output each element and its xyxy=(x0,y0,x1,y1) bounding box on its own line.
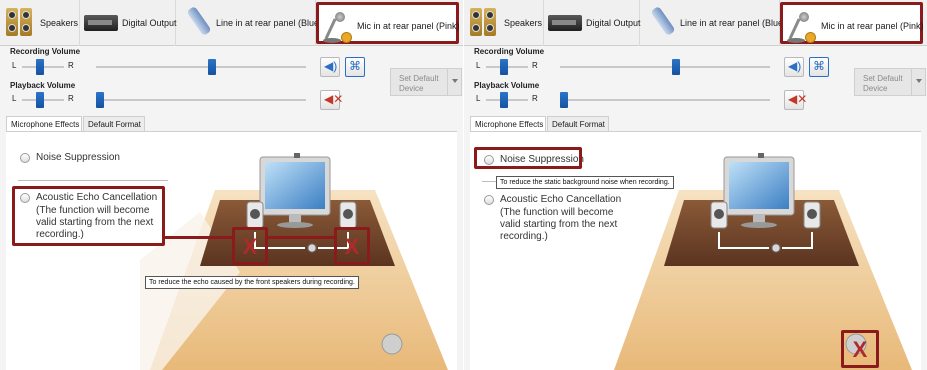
tab-microphone-effects-2[interactable]: Microphone Effects xyxy=(470,116,546,132)
microphone-icon xyxy=(787,10,817,44)
device-tab-strip: Speakers Digital Output Line in at rear … xyxy=(0,0,463,46)
noise-option-highlight xyxy=(474,147,582,169)
recording-mute-button-2[interactable]: ◀) xyxy=(784,57,804,77)
microphone-boost-button[interactable]: ⌘ xyxy=(345,57,365,77)
speaker-volume-icon: ◀) xyxy=(324,59,338,73)
options-divider-2 xyxy=(482,181,496,182)
options-divider xyxy=(18,180,168,181)
noise-suppression-label: Noise Suppression xyxy=(36,152,120,163)
recording-balance-left-label-2: L xyxy=(476,61,481,70)
playback-balance-slider-2[interactable] xyxy=(486,92,528,108)
tab-line-in[interactable]: Line in at rear panel (Blue) xyxy=(176,0,322,46)
tab-speakers-label: Speakers xyxy=(40,18,79,28)
echo-cancellation-radio-2[interactable] xyxy=(484,195,494,205)
playback-volume-label: Playback Volume xyxy=(10,81,76,90)
line-in-plug-icon xyxy=(648,5,678,40)
tab-digital-output-label-2: Digital Output xyxy=(586,18,641,28)
tab-line-in-label: Line in at rear panel (Blue) xyxy=(216,18,323,28)
recording-volume-thumb[interactable] xyxy=(208,59,216,75)
tab-speakers-2[interactable]: Speakers xyxy=(464,0,544,46)
speaker-volume-icon: ◀) xyxy=(788,59,802,73)
left-x-mark: X xyxy=(242,234,258,259)
left-screenshot-panel: Speakers Digital Output Line in at rear … xyxy=(0,0,463,370)
tab-default-format-2[interactable]: Default Format xyxy=(547,116,609,132)
microphone-icon xyxy=(323,10,353,44)
recording-balance-right-label-2: R xyxy=(532,61,538,70)
tab-mic-in-2[interactable]: Mic in at rear panel (Pink) xyxy=(780,2,924,44)
set-default-device-label: Set Default Device xyxy=(399,74,439,93)
playback-mute-button-2[interactable]: ◀✕ xyxy=(784,90,808,110)
tab-speakers[interactable]: Speakers xyxy=(0,0,80,46)
tab-speakers-label-2: Speakers xyxy=(504,18,543,28)
tab-mic-in[interactable]: Mic in at rear panel (Pink) xyxy=(316,2,460,44)
set-default-device-button[interactable]: Set Default Device xyxy=(390,68,462,96)
playback-volume-slider[interactable] xyxy=(96,92,306,108)
playback-balance-left-label: L xyxy=(12,94,17,103)
playback-volume-label-2: Playback Volume xyxy=(474,81,540,90)
tab-digital-output[interactable]: Digital Output xyxy=(80,0,177,46)
highlight-connector-line xyxy=(165,236,233,239)
speaker-muted-icon: ◀✕ xyxy=(788,92,808,106)
chevron-down-icon[interactable] xyxy=(911,69,925,95)
chevron-down-icon[interactable] xyxy=(447,69,461,95)
recording-volume-row-2: L R xyxy=(474,59,774,75)
echo-cancellation-description-2: (The function will become valid starting… xyxy=(500,207,618,242)
speakers-icon xyxy=(4,6,34,38)
right-screenshot-panel: Speakers Digital Output Line in at rear … xyxy=(464,0,927,370)
playback-balance-thumb-2[interactable] xyxy=(500,92,508,108)
noise-suppression-radio[interactable] xyxy=(20,153,30,163)
playback-balance-slider[interactable] xyxy=(22,92,64,108)
recording-balance-slider[interactable] xyxy=(22,59,64,75)
playback-balance-thumb[interactable] xyxy=(36,92,44,108)
recording-balance-slider-2[interactable] xyxy=(486,59,528,75)
recording-volume-thumb-2[interactable] xyxy=(672,59,680,75)
recording-balance-left-label: L xyxy=(12,61,17,70)
recording-mute-button[interactable]: ◀) xyxy=(320,57,340,77)
recording-volume-slider-2[interactable] xyxy=(560,59,770,75)
playback-balance-left-label-2: L xyxy=(476,94,481,103)
playback-balance-right-label: R xyxy=(68,94,74,103)
device-tab-strip-2: Speakers Digital Output Line in at rear … xyxy=(464,0,927,46)
recording-balance-right-label: R xyxy=(68,61,74,70)
microphone-array-icon: ⌘ xyxy=(349,59,361,73)
echo-cancellation-label-2: Acoustic Echo Cancellation xyxy=(500,194,622,205)
playback-volume-slider-2[interactable] xyxy=(560,92,770,108)
microphone-boost-button-2[interactable]: ⌘ xyxy=(809,57,829,77)
tab-mic-in-label: Mic in at rear panel (Pink) xyxy=(357,21,460,31)
tab-microphone-effects[interactable]: Microphone Effects xyxy=(6,116,82,132)
recording-volume-row: L R xyxy=(10,59,310,75)
microphone-array-icon: ⌘ xyxy=(813,59,825,73)
highlight-connector-line-2 xyxy=(268,236,334,239)
tab-digital-output-2[interactable]: Digital Output xyxy=(544,0,641,46)
recording-balance-thumb-2[interactable] xyxy=(500,59,508,75)
tab-mic-in-label-2: Mic in at rear panel (Pink) xyxy=(821,21,924,31)
digital-output-icon xyxy=(84,15,118,31)
playback-balance-right-label-2: R xyxy=(532,94,538,103)
noise-tooltip: To reduce the static background noise wh… xyxy=(496,176,674,189)
set-default-device-label-2: Set Default Device xyxy=(863,74,903,93)
tab-line-in-2[interactable]: Line in at rear panel (Blue) xyxy=(640,0,786,46)
recording-volume-slider[interactable] xyxy=(96,59,306,75)
right-x-mark: X xyxy=(344,234,360,259)
playback-volume-thumb[interactable] xyxy=(96,92,104,108)
playback-volume-row-2: L R xyxy=(474,92,774,108)
recording-balance-thumb[interactable] xyxy=(36,59,44,75)
playback-volume-row: L R xyxy=(10,92,310,108)
digital-output-icon xyxy=(548,15,582,31)
echo-tooltip: To reduce the echo caused by the front s… xyxy=(145,276,359,289)
room-mic-x-mark: X xyxy=(852,337,868,362)
recording-volume-label-2: Recording Volume xyxy=(474,47,545,56)
recording-volume-label: Recording Volume xyxy=(10,47,81,56)
playback-mute-button[interactable]: ◀✕ xyxy=(320,90,344,110)
line-in-plug-icon xyxy=(184,5,214,40)
speakers-icon xyxy=(468,6,498,38)
set-default-device-button-2[interactable]: Set Default Device xyxy=(854,68,926,96)
echo-option-highlight xyxy=(12,186,165,246)
tab-line-in-label-2: Line in at rear panel (Blue) xyxy=(680,18,787,28)
tab-digital-output-label: Digital Output xyxy=(122,18,177,28)
tab-default-format[interactable]: Default Format xyxy=(83,116,145,132)
playback-volume-thumb-2[interactable] xyxy=(560,92,568,108)
speaker-muted-icon: ◀✕ xyxy=(324,92,344,106)
